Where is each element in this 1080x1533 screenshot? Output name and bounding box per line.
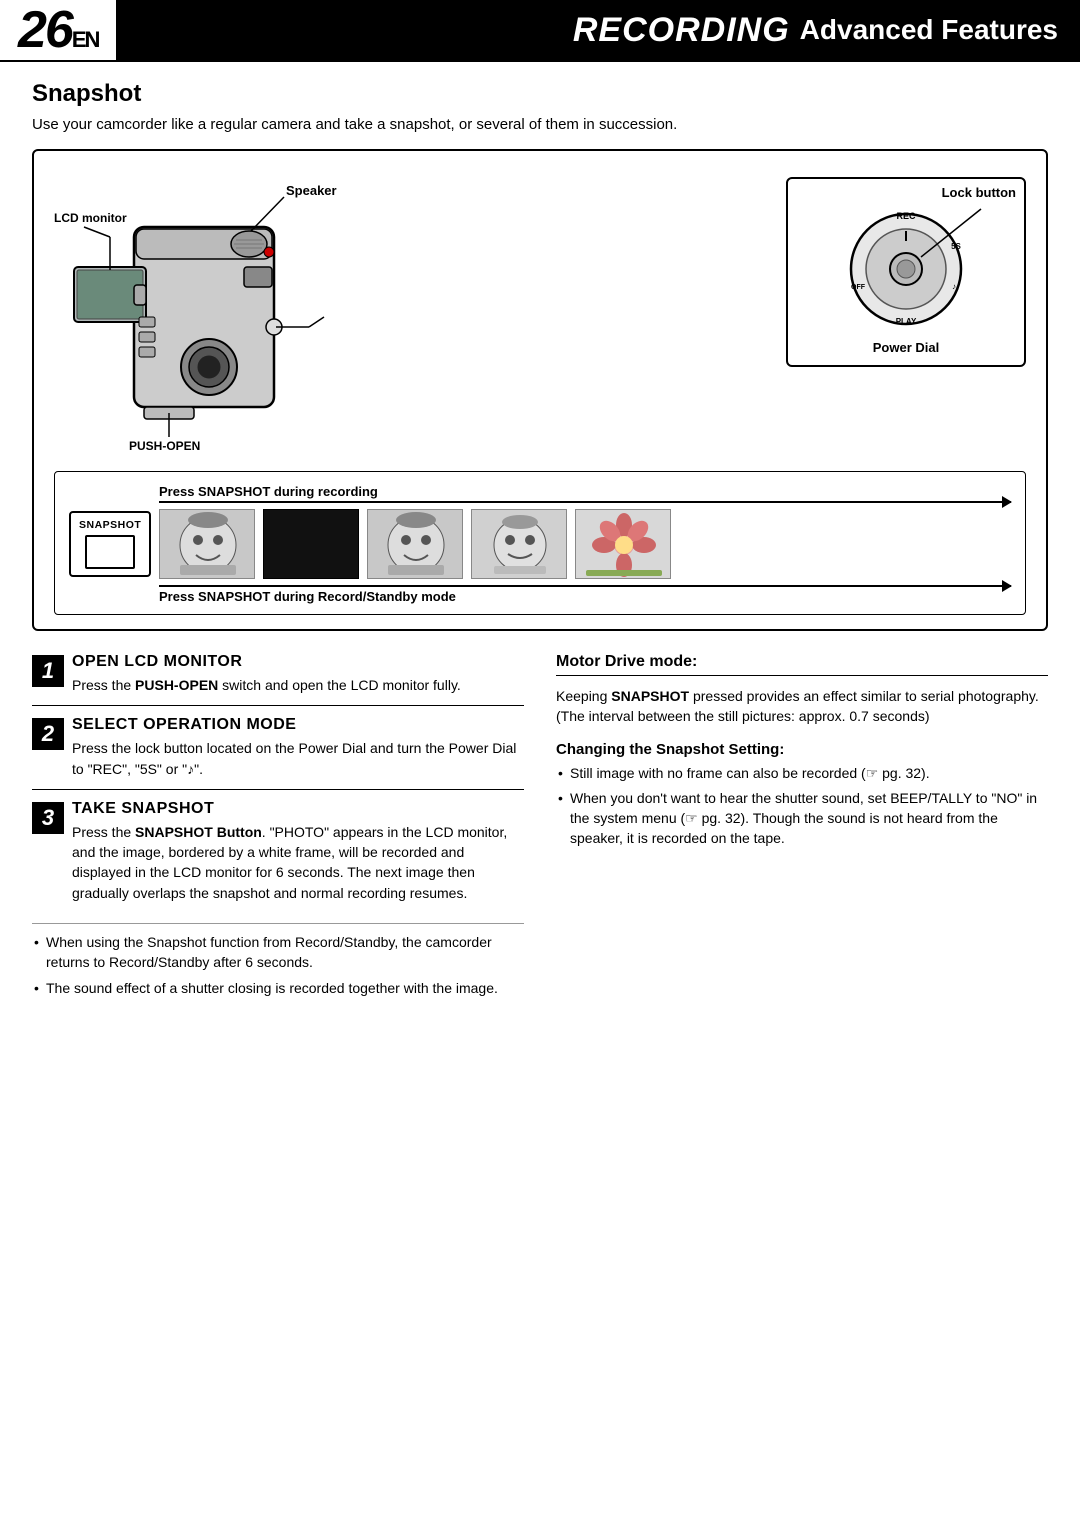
step-2-content: SELECT OPERATION MODE Press the lock but… xyxy=(72,716,524,779)
snapshot-thumb-2-black xyxy=(263,509,359,579)
step-3-content: TAKE SNAPSHOT Press the SNAPSHOT Button.… xyxy=(72,800,524,903)
left-bullet-1: When using the Snapshot function from Re… xyxy=(32,932,524,973)
svg-text:OFF: OFF xyxy=(851,284,866,291)
changing-snapshot-bullet-1: Still image with no frame can also be re… xyxy=(556,763,1048,783)
step-3-title: TAKE SNAPSHOT xyxy=(72,800,524,818)
page-header: 26EN RECORDING Advanced Features xyxy=(0,0,1080,62)
svg-text:Speaker: Speaker xyxy=(286,183,337,198)
motor-drive-title: Motor Drive mode: xyxy=(556,653,1048,676)
bottom-arrow-head xyxy=(1002,580,1012,592)
section-description: Use your camcorder like a regular camera… xyxy=(32,116,1048,133)
power-dial-inset: REC 5S ♪ PLAY OFF Lock button Powe xyxy=(786,177,1026,367)
snapshot-button-label: SNAPSHOT xyxy=(79,519,141,531)
bottom-arrow-line xyxy=(159,585,1011,587)
step-2-number: 2 xyxy=(32,718,64,750)
svg-text:PUSH-OPEN: PUSH-OPEN xyxy=(129,439,200,453)
page-body: Snapshot Use your camcorder like a regul… xyxy=(0,62,1080,1027)
cam-diagram: Speaker LCD monitor PUSH-OPEN xyxy=(54,167,1026,457)
steps-left: 1 OPEN LCD MONITOR Press the PUSH-OPEN s… xyxy=(32,653,524,1003)
section-title: Snapshot xyxy=(32,80,1048,108)
snapshot-thumb-3 xyxy=(367,509,463,579)
steps-section: 1 OPEN LCD MONITOR Press the PUSH-OPEN s… xyxy=(32,653,1048,1003)
power-dial-label: Power Dial xyxy=(873,340,939,355)
step-1-text: Press the PUSH-OPEN switch and open the … xyxy=(72,675,461,695)
step-2: 2 SELECT OPERATION MODE Press the lock b… xyxy=(32,716,524,790)
svg-text:PLAY: PLAY xyxy=(896,317,917,326)
motor-drive-section: Motor Drive mode: Keeping SNAPSHOT press… xyxy=(556,653,1048,727)
step-3: 3 TAKE SNAPSHOT Press the SNAPSHOT Butto… xyxy=(32,800,524,913)
snapshot-button-icon xyxy=(85,535,135,569)
top-arrow-head xyxy=(1002,496,1012,508)
step-1-number: 1 xyxy=(32,655,64,687)
snapshot-images-row: SNAPSHOT xyxy=(69,509,1011,579)
top-arrow-line xyxy=(159,501,1011,503)
snapshot-strip: Press SNAPSHOT during recording SNAPSHOT xyxy=(54,471,1026,615)
changing-snapshot-title: Changing the Snapshot Setting: xyxy=(556,741,1048,758)
power-dial-svg: REC 5S ♪ PLAY OFF xyxy=(806,189,1006,329)
top-arrow-row: Press SNAPSHOT during recording xyxy=(69,484,1011,503)
page-number: 26EN xyxy=(0,0,116,60)
svg-text:5S: 5S xyxy=(951,242,961,251)
step-1-title: OPEN LCD MONITOR xyxy=(72,653,461,671)
left-bullet-list: When using the Snapshot function from Re… xyxy=(32,923,524,998)
page-title-bar: RECORDING Advanced Features xyxy=(116,0,1080,60)
camcorder-drawing: Speaker LCD monitor PUSH-OPEN xyxy=(54,167,394,457)
steps-right: Motor Drive mode: Keeping SNAPSHOT press… xyxy=(556,653,1048,1003)
svg-text:LCD monitor: LCD monitor xyxy=(54,211,127,225)
step-2-title: SELECT OPERATION MODE xyxy=(72,716,524,734)
svg-text:♪: ♪ xyxy=(952,282,956,291)
snapshot-thumb-1 xyxy=(159,509,255,579)
changing-snapshot-bullet-2: When you don't want to hear the shutter … xyxy=(556,788,1048,849)
snapshot-thumb-4 xyxy=(471,509,567,579)
snapshot-top-label: Press SNAPSHOT during recording xyxy=(159,484,1011,499)
step-1: 1 OPEN LCD MONITOR Press the PUSH-OPEN s… xyxy=(32,653,524,706)
title-sub: Advanced Features xyxy=(800,14,1058,46)
bottom-arrow-row: Press SNAPSHOT during Record/Standby mod… xyxy=(69,585,1011,604)
step-1-content: OPEN LCD MONITOR Press the PUSH-OPEN swi… xyxy=(72,653,461,695)
snapshot-button: SNAPSHOT xyxy=(69,511,151,577)
snapshot-bottom-label: Press SNAPSHOT during Record/Standby mod… xyxy=(159,589,1011,604)
left-bullet-2: The sound effect of a shutter closing is… xyxy=(32,978,524,998)
title-recording: RECORDING xyxy=(573,11,790,50)
diagram-box: Speaker LCD monitor PUSH-OPEN xyxy=(32,149,1048,631)
step-2-text: Press the lock button located on the Pow… xyxy=(72,738,524,779)
motor-drive-text: Keeping SNAPSHOT pressed provides an eff… xyxy=(556,686,1048,727)
changing-snapshot-section: Changing the Snapshot Setting: Still ima… xyxy=(556,741,1048,849)
svg-text:REC: REC xyxy=(896,211,916,221)
step-3-text: Press the SNAPSHOT Button. "PHOTO" appea… xyxy=(72,822,524,903)
step-3-number: 3 xyxy=(32,802,64,834)
lock-button-label: Lock button xyxy=(942,185,1016,200)
snapshot-thumb-5 xyxy=(575,509,671,579)
